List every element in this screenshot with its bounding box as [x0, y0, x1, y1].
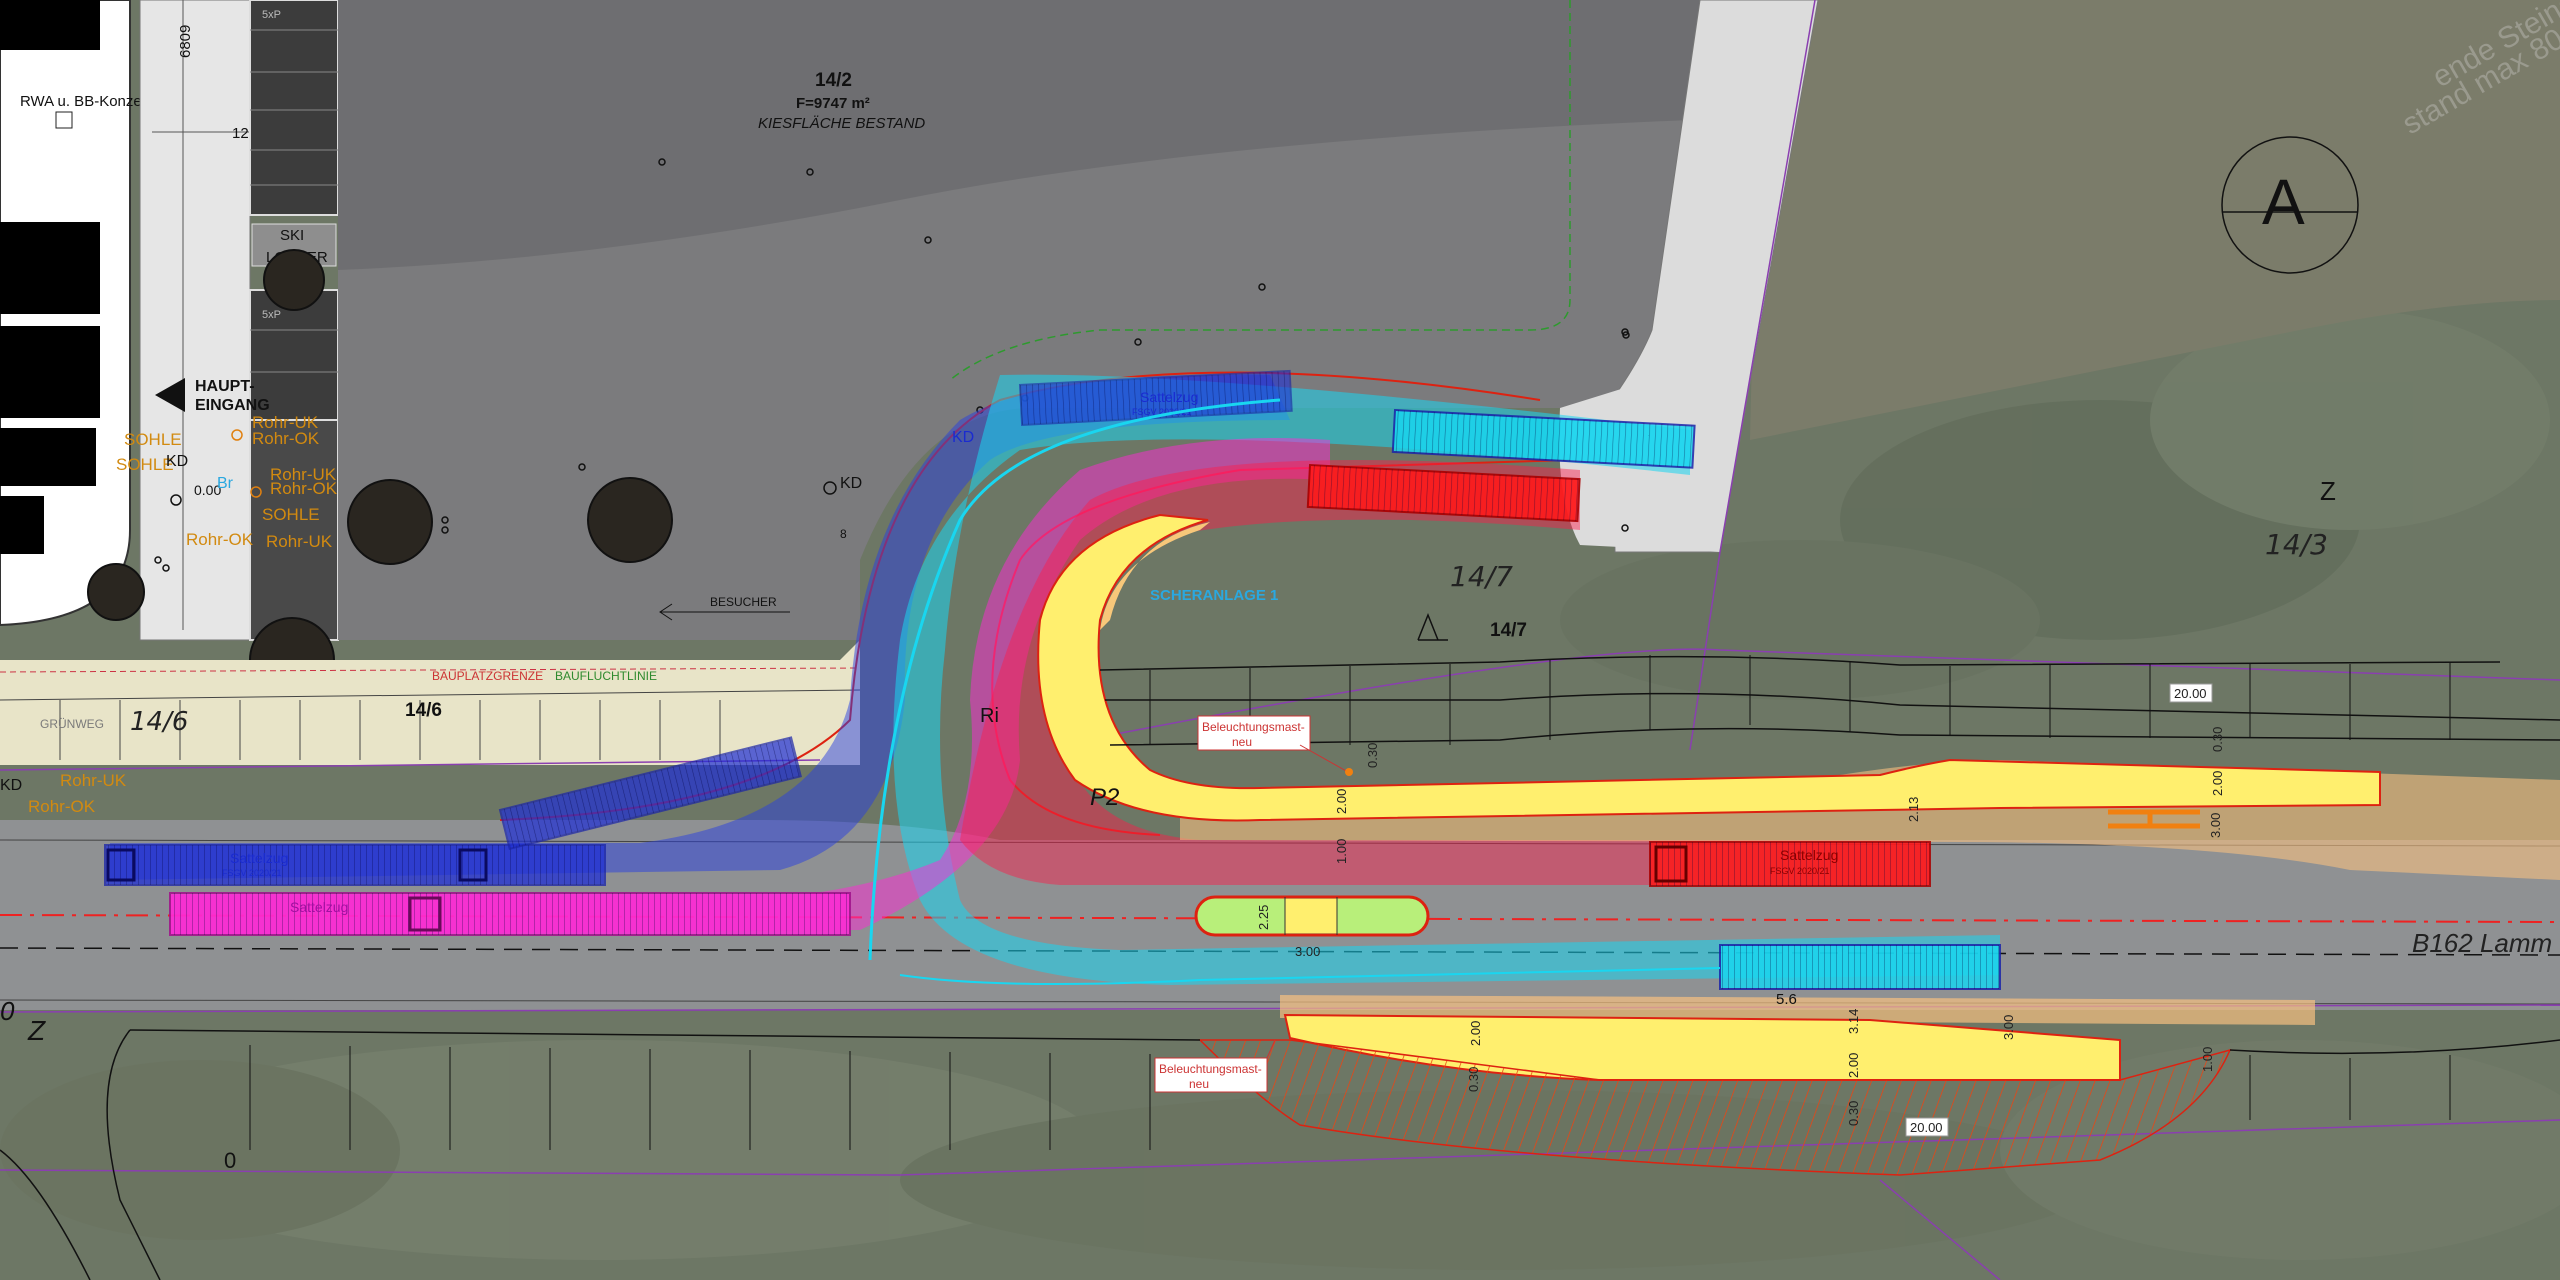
parking-strip — [249, 0, 339, 216]
truck-label: Sattelzug — [1140, 389, 1198, 405]
dim-label: 3.00 — [2208, 813, 2223, 838]
parcel-14-2-area: F=9747 m² — [796, 95, 870, 112]
rwa-label: RWA u. BB-Konzept — [20, 93, 155, 110]
marker-Z: Z — [2320, 476, 2336, 506]
parcel-14-2-note: KIESFLÄCHE BESTAND — [758, 115, 925, 132]
parcel-14-7-italic: 14/7 — [1450, 560, 1513, 593]
marker-P2: P2 — [1090, 784, 1119, 811]
dim-label: 3.00 — [1295, 944, 1320, 959]
parcel-14-3: 14/3 — [2265, 528, 2328, 561]
ri-label: Ri — [980, 705, 999, 727]
window-block — [0, 496, 44, 554]
median-island-yellow — [1285, 899, 1337, 933]
lamp-mast-label: neu — [1232, 735, 1252, 749]
truck-label: Sattelzug — [290, 899, 348, 915]
rohr-ok-label: Rohr-OK — [252, 429, 320, 448]
dim-label: 3.00 — [2001, 1015, 2016, 1040]
window-block — [0, 222, 100, 314]
truck-red-lower: Sattelzug FSGV 2020/21 — [1649, 841, 1931, 887]
parcel-14-6-bold: 14/6 — [405, 700, 442, 721]
window-block — [0, 0, 100, 50]
marker-A: A — [2262, 166, 2305, 238]
baufluchtlinie-label: BAUFLUCHTLINIE — [555, 669, 657, 683]
dim-label: 3.14 — [1846, 1009, 1861, 1034]
dim-label: 0.30 — [1466, 1067, 1481, 1092]
dim-label: 1.00 — [2200, 1047, 2215, 1072]
marker-zero: 0 — [224, 1148, 236, 1173]
kd-label: KD — [952, 429, 974, 446]
dim-label: 2.00 — [1468, 1021, 1483, 1046]
rohr-ok-label: Rohr-OK — [270, 479, 338, 498]
window-block — [0, 428, 96, 486]
parcel-14-2-number: 14/2 — [815, 70, 852, 91]
kd-label: KD — [166, 453, 188, 470]
window-block — [0, 326, 100, 418]
dim-label: 20.00 — [1910, 1120, 1943, 1135]
truck-sublabel: FSGV 2020/21 — [222, 868, 282, 878]
dim-label: 2.00 — [1846, 1053, 1861, 1078]
kd-label: KD — [0, 777, 22, 794]
dim-label: 5.6 — [1776, 991, 1797, 1008]
ski-locker-label: SKI — [280, 227, 304, 244]
dim-label: 2.13 — [1906, 797, 1921, 822]
truck-label: Sattelzug — [1780, 847, 1838, 863]
parking-mark: 5xP — [262, 309, 281, 321]
truck-magenta: Sattelzug — [169, 892, 851, 936]
marker-Z: Z — [27, 1015, 46, 1046]
lamp-mast-label: Beleuchtungsmast- — [1202, 720, 1305, 734]
lamp-mast-label: neu — [1189, 1077, 1209, 1091]
entrance-label: HAUPT- — [195, 378, 255, 395]
rohr-ok-label: Rohr-OK — [28, 797, 96, 816]
dim-label: 0.30 — [1365, 743, 1380, 768]
parcel-14-6-italic: 14/6 — [130, 707, 188, 737]
dim-label: 2.00 — [2210, 771, 2225, 796]
rohr-uk-label: Rohr-UK — [60, 771, 127, 790]
parking-mark: 5xP — [262, 9, 281, 21]
gruenweg-label: GRÜNWEG — [40, 717, 104, 731]
truck-label: Sattelzug — [230, 850, 288, 866]
dim-label: 2.00 — [1334, 789, 1349, 814]
marker-zero: 0 — [0, 996, 15, 1026]
bauplatzgrenze-label: BAUPLATZGRENZE — [432, 669, 543, 683]
parcel-14-7-bold: 14/7 — [1490, 620, 1527, 641]
rohr-ok-label: Rohr-OK — [186, 530, 254, 549]
truck-blue-lower: Sattelzug FSGV 2020/21 — [104, 844, 606, 886]
dim-label: 1.00 — [1334, 839, 1349, 864]
marker-eight: 8 — [840, 527, 847, 541]
parking-strip — [249, 419, 339, 641]
br-label: Br — [217, 475, 234, 492]
site-plan: RWA u. BB-Konzept 6809 1200 5xP 5xP SKI … — [0, 0, 2560, 1280]
schleppkurve-label: SCHERANLAGE 1 — [1150, 587, 1278, 604]
sohle-label: SOHLE — [116, 455, 174, 474]
dim-label: 0.30 — [2210, 727, 2225, 752]
kd-label: KD — [840, 475, 862, 492]
lamp-mast-label: Beleuchtungsmast- — [1159, 1062, 1262, 1076]
truck-cyan-lower — [1719, 944, 2001, 990]
entrance-label: EINGANG — [195, 397, 270, 414]
sohle-label: SOHLE — [124, 430, 182, 449]
dim-label: 20.00 — [2174, 686, 2207, 701]
road-label: B162 Lamm — [2412, 928, 2552, 958]
besucher-label: BESUCHER — [710, 595, 777, 609]
truck-sublabel: FSGV 2020/21 — [1770, 866, 1830, 876]
rohr-uk-label: Rohr-UK — [266, 532, 333, 551]
dim-label: 2.25 — [1256, 905, 1271, 930]
sohle-label: SOHLE — [262, 505, 320, 524]
dim-label: 0.30 — [1846, 1101, 1861, 1126]
dim-6809: 6809 — [177, 25, 194, 58]
